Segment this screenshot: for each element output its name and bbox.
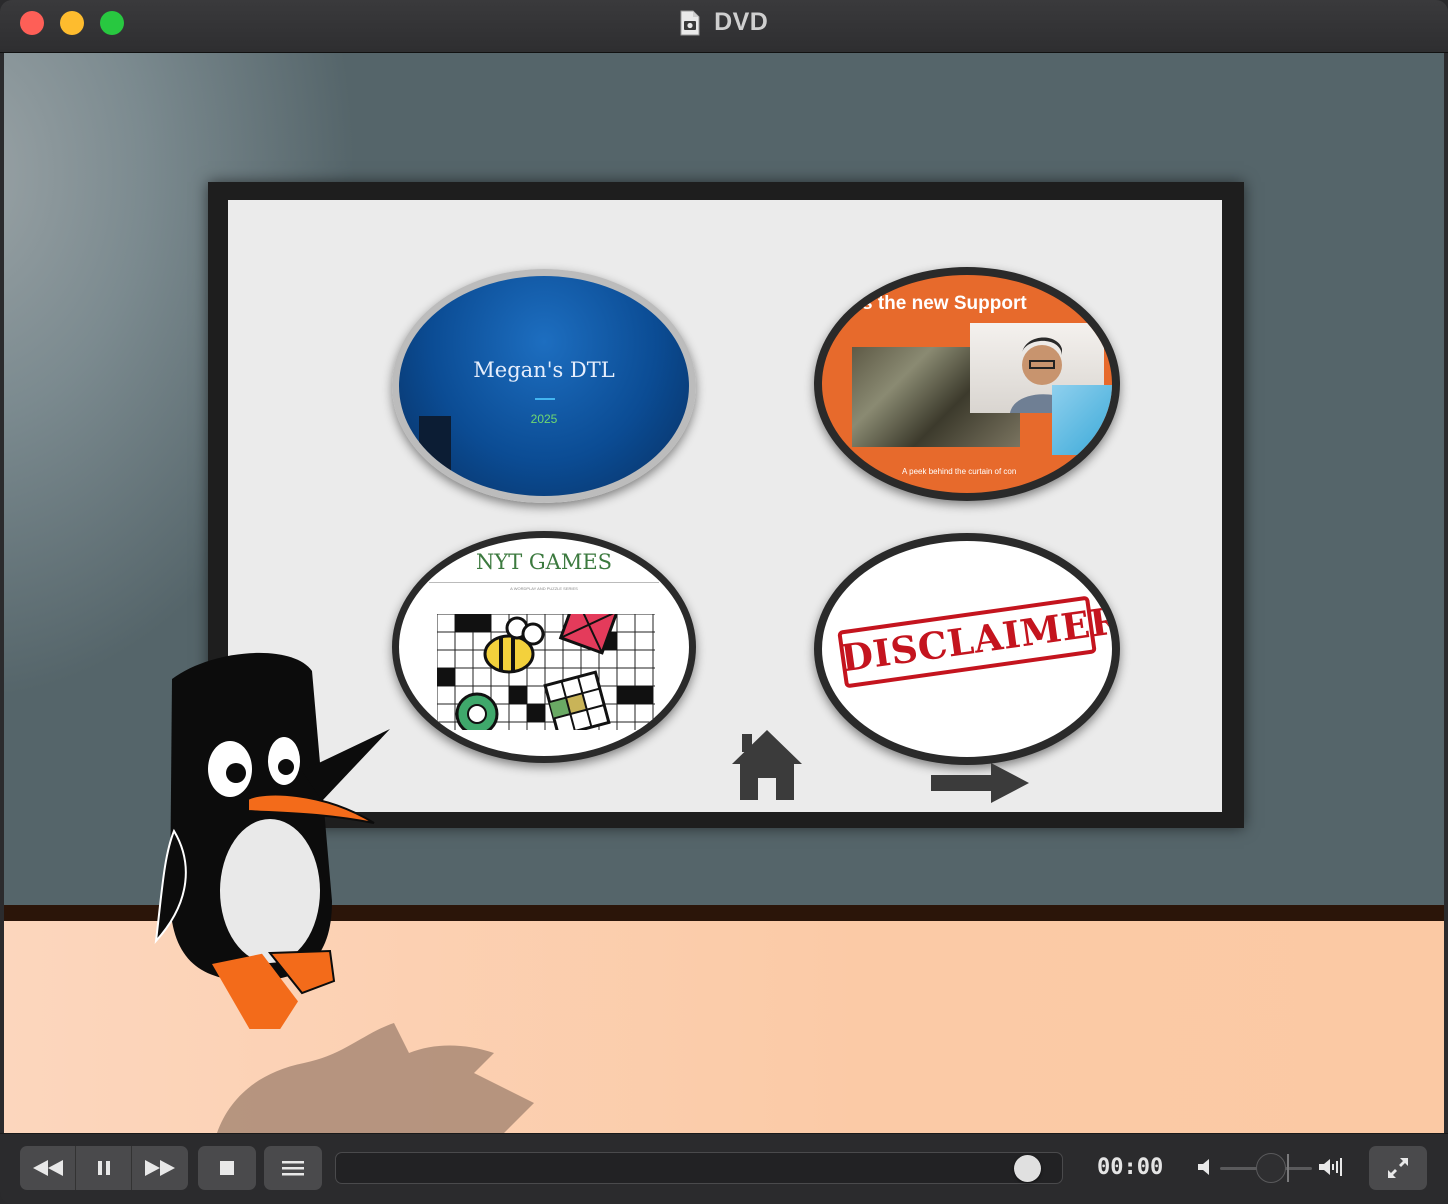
penguin-mascot	[154, 652, 390, 1029]
home-icon[interactable]	[728, 726, 806, 804]
fullscreen-icon	[1388, 1158, 1408, 1178]
nyt-games-subtitle: A WORDPLAY AND PUZZLE SERIES	[510, 586, 578, 591]
volume-high-icon[interactable]	[1318, 1156, 1344, 1178]
hand-photo	[1052, 385, 1112, 455]
rewind-icon	[32, 1160, 63, 1176]
support-caption: A peek behind the curtain of con	[902, 467, 1017, 476]
player-window: DVD Megan's DTL 2025 s the new Support A…	[0, 0, 1448, 1204]
window-title: DVD	[714, 8, 769, 36]
fast-forward-icon	[145, 1160, 175, 1176]
next-arrow-icon[interactable]	[929, 761, 1031, 805]
nyt-games-rule	[429, 582, 659, 583]
volume-low-icon[interactable]	[1196, 1156, 1216, 1178]
playlist-button[interactable]	[264, 1146, 322, 1190]
support-heading: s the new Support	[862, 293, 1027, 314]
elapsed-time: 00:00	[1097, 1155, 1164, 1180]
connections-icon	[455, 692, 499, 730]
menu-item-megans-dtl[interactable]: Megan's DTL 2025	[392, 269, 696, 503]
volume-tick	[1287, 1154, 1289, 1182]
fast-forward-button[interactable]	[132, 1146, 188, 1190]
megans-dtl-title: Megan's DTL	[473, 358, 615, 382]
playback-controls: 00:00	[0, 1133, 1448, 1204]
stop-icon	[220, 1161, 234, 1175]
video-area[interactable]: Megan's DTL 2025 s the new Support A pee…	[4, 53, 1444, 1133]
seek-bar[interactable]	[335, 1152, 1063, 1184]
stop-button[interactable]	[198, 1146, 256, 1190]
document-icon	[680, 10, 700, 35]
menu-item-support[interactable]: s the new Support A peek behind the curt…	[814, 267, 1120, 501]
pause-button[interactable]	[76, 1146, 132, 1190]
title-bar: DVD	[0, 0, 1448, 53]
menu-item-disclaimer[interactable]: DISCLAIMER	[814, 533, 1120, 765]
megans-dtl-year: 2025	[530, 412, 558, 426]
transport-button-group	[20, 1146, 188, 1190]
window-title-wrap: DVD	[0, 8, 1448, 37]
seek-knob[interactable]	[1014, 1155, 1041, 1182]
penguin-shadow	[217, 1023, 534, 1133]
nyt-games-title: NYT GAMES	[475, 550, 613, 574]
rewind-button[interactable]	[20, 1146, 76, 1190]
playlist-icon	[282, 1161, 304, 1176]
volume-knob[interactable]	[1256, 1153, 1286, 1183]
disclaimer-stamp: DISCLAIMER	[837, 595, 1112, 689]
crossword-grid-icon	[437, 614, 655, 730]
title-underline	[535, 398, 555, 400]
pause-icon	[97, 1161, 110, 1175]
fullscreen-button[interactable]	[1369, 1146, 1427, 1190]
menu-item-nyt-games[interactable]: NYT GAMES A WORDPLAY AND PUZZLE SERIES	[392, 531, 696, 763]
